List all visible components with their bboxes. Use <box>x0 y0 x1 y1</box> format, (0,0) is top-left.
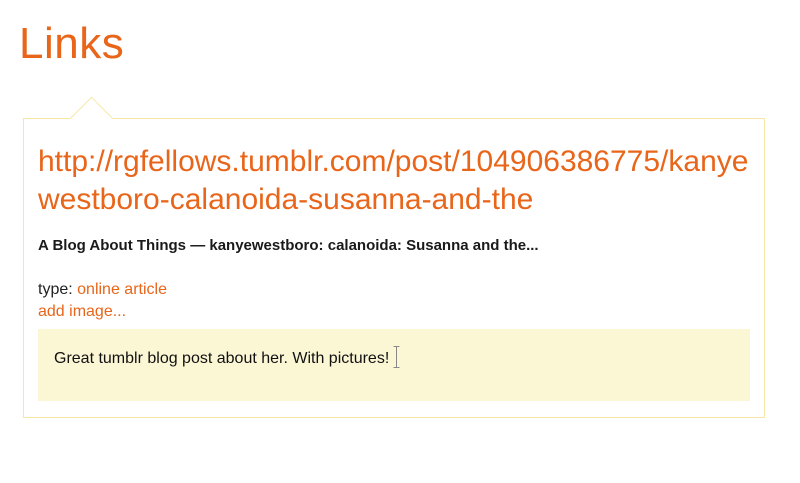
notes-text: Great tumblr blog post about her. With p… <box>54 350 390 367</box>
text-cursor-icon <box>393 346 400 373</box>
add-image-link[interactable]: add image... <box>38 303 126 321</box>
notes-field[interactable]: Great tumblr blog post about her. With p… <box>38 329 750 401</box>
link-title: A Blog About Things — kanyewestboro: cal… <box>38 237 539 254</box>
card-pointer <box>68 95 116 119</box>
link-url[interactable]: http://rgfellows.tumblr.com/post/1049063… <box>38 143 758 219</box>
link-card: http://rgfellows.tumblr.com/post/1049063… <box>23 118 765 418</box>
type-label: type: <box>38 281 73 298</box>
type-row: type: online article <box>38 281 167 299</box>
type-value-link[interactable]: online article <box>77 281 167 298</box>
section-title: Links <box>19 19 125 68</box>
